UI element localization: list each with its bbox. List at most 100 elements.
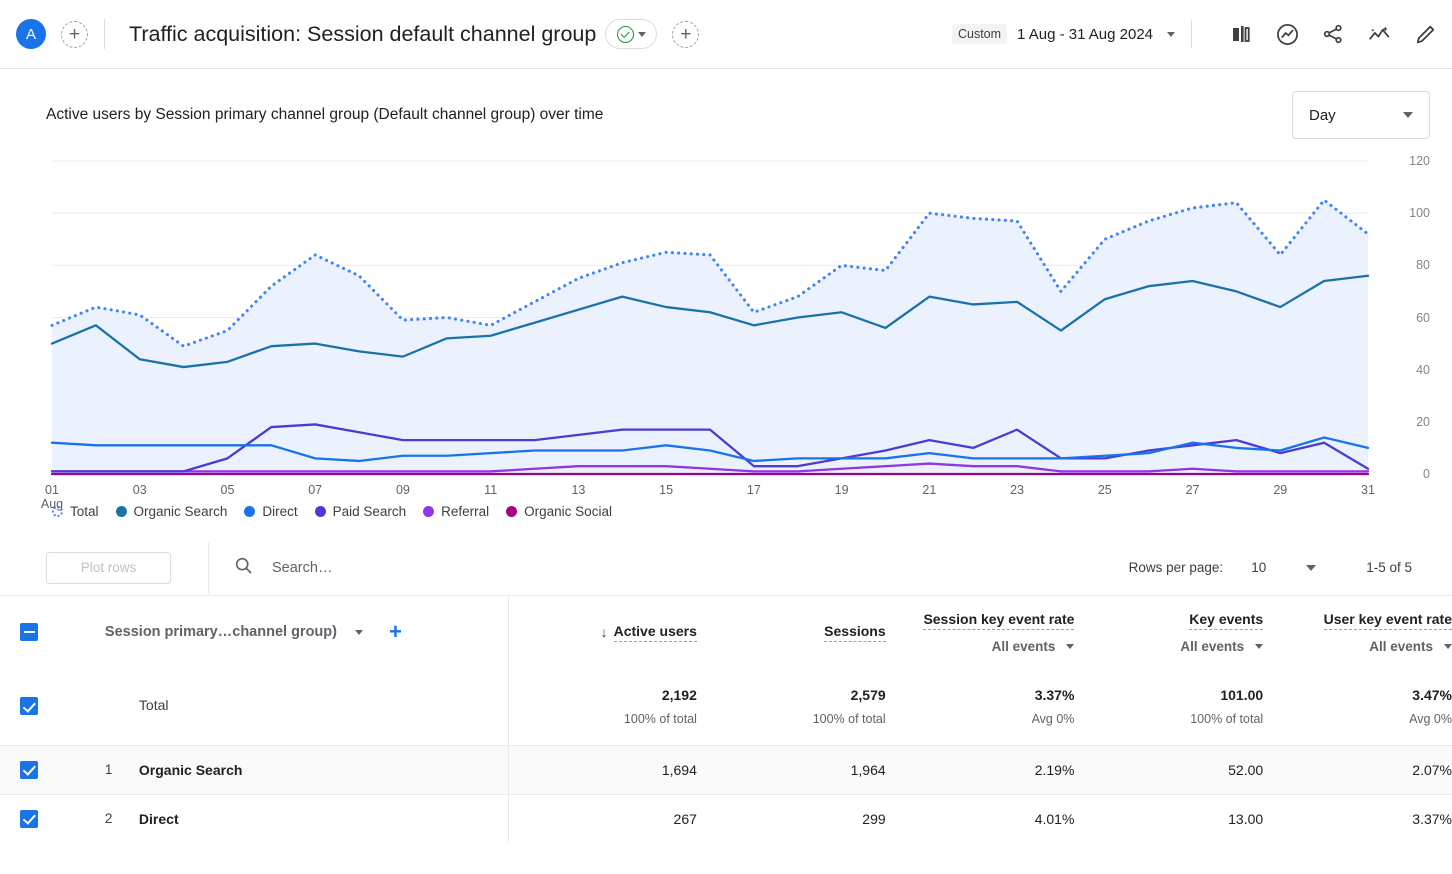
chevron-down-icon[interactable] [1306,564,1317,571]
search-box[interactable]: Search… [233,555,332,581]
metric-value: 1,964 [850,761,886,778]
row-metric-cell: 299 [696,793,886,843]
table-row-total: Total 2,192 100% of total 2,579 100% of tota… [0,668,1452,745]
share-icon[interactable] [1320,21,1346,47]
legend-item-organic-search[interactable]: Organic Search [115,504,227,519]
legend-label: Referral [441,503,490,519]
arrow-down-icon[interactable]: ↓ [601,624,608,640]
metric-value: 1,694 [661,761,697,778]
metric-header-session-key-event-rate[interactable]: Session key event rate All events [886,596,1075,668]
legend-item-organic-social[interactable]: Organic Social [506,504,612,519]
metric-header-user-key-event-rate[interactable]: User key event rate All events [1263,596,1452,668]
legend-item-paid-search[interactable]: Paid Search [314,503,407,519]
y-tick-label: 80 [1416,258,1430,273]
chevron-down-icon[interactable] [1444,643,1452,649]
x-tick-label: 03 [132,483,147,497]
dimension-header-label[interactable]: Session primary…channel group) [105,624,337,640]
compare-icon[interactable] [1228,21,1254,47]
metric-subvalue: 100% of total [623,711,697,726]
y-tick-label: 120 [1409,154,1430,168]
legend-color-swatch [115,505,127,517]
x-tick-label: 19 [834,483,849,497]
x-axis-month-label: Aug [40,497,64,511]
metric-subvalue: 100% of total [1190,711,1264,726]
x-tick-label: 09 [395,483,410,497]
search-input[interactable]: Search… [272,560,332,576]
row-dimension-cell: 2 Direct [46,793,509,843]
chart-header: Active users by Session primary channel … [0,69,1452,139]
plot-rows-button[interactable]: Plot rows [46,551,171,584]
granularity-value: Day [1309,106,1336,124]
table-body: Total 2,192 100% of total 2,579 100% of tota… [0,668,1452,843]
check-circle-icon [616,25,634,43]
metric-subvalue: 100% of total [812,711,886,726]
metric-header-label: Session key event rate [923,611,1075,630]
chart-canvas [50,160,1370,476]
insights-status-chip[interactable] [605,19,658,49]
sparkle-trend-icon[interactable] [1366,21,1392,47]
row-metric-cell: 3.37% [1263,793,1452,843]
row-dimension-cell: Total [46,668,509,745]
row-label[interactable]: Organic Search [139,762,243,778]
row-metric-cell: 13.00 [1074,793,1264,843]
search-icon [233,555,254,581]
legend-item-direct[interactable]: Direct [244,504,298,519]
row-checkbox-cell [0,668,47,745]
acquisition-table: Session primary…channel group) + ↓ Activ… [0,596,1452,843]
chart-legend: Total Organic Search Direct Paid Search Refe… [0,498,1452,524]
row-metric-cell: 267 [508,793,697,843]
metric-value: 299 [862,810,886,827]
x-tick-label: 23 [1010,483,1025,497]
chevron-down-icon[interactable] [1255,643,1264,649]
controls-divider [208,541,209,594]
metric-subselect-label[interactable]: All events [992,639,1056,654]
dimension-header-cell: Session primary…channel group) + [46,596,509,668]
granularity-select[interactable]: Day [1292,91,1430,139]
edit-pencil-icon[interactable] [1412,21,1438,47]
metric-header-active-users[interactable]: ↓ Active users [508,596,697,668]
chevron-down-icon[interactable] [354,629,363,635]
x-tick-label: 07 [308,483,323,497]
chevron-down-icon [637,31,646,37]
row-label[interactable]: Direct [139,811,179,827]
chevron-down-icon[interactable] [1066,643,1075,649]
y-tick-label: 60 [1416,310,1430,325]
metric-value: 2.19% [1034,761,1075,778]
x-tick-label: 15 [659,483,674,497]
chevron-down-icon[interactable] [1167,31,1175,37]
y-tick-label: 20 [1416,414,1430,429]
rows-per-page-value[interactable]: 10 [1251,560,1266,575]
row-metric-cell: 1,694 [508,744,697,794]
timeseries-chart[interactable]: 0 20 40 60 80 100 120 01 Aug 03 05 07 09 11 13 15 17 19 2… [0,148,1452,511]
insights-icon[interactable] [1274,21,1300,47]
add-comparison-button[interactable]: + [61,20,88,48]
legend-label: Paid Search [332,503,407,519]
row-metric-cell: 3.47% Avg 0% [1263,668,1452,745]
metric-subselect-label[interactable]: All events [1180,639,1244,654]
table-row[interactable]: 2 Direct 267 299 4.01% 13.00 3.37% [0,793,1452,843]
row-checkbox[interactable] [20,697,38,716]
app-bar: A + Traffic acquisition: Session default… [0,0,1452,69]
row-dimension-cell: 1 Organic Search [46,744,509,794]
metric-value: 4.01% [1034,810,1075,827]
metric-subselect-label[interactable]: All events [1369,639,1433,654]
plus-icon[interactable]: + [389,621,402,643]
select-all-checkbox[interactable] [20,623,38,641]
table-header-row: Session primary…channel group) + ↓ Activ… [0,596,1452,668]
metric-header-key-events[interactable]: Key events All events [1074,596,1264,668]
row-label: Total [138,697,169,714]
legend-item-referral[interactable]: Referral [423,504,489,519]
row-checkbox[interactable] [20,760,38,779]
date-range-label[interactable]: 1 Aug - 31 Aug 2024 [1017,26,1153,43]
x-tick-label: 13 [571,483,586,497]
metric-header-label: Active users [613,623,697,642]
chevron-down-icon [1403,112,1413,118]
metric-value: 101.00 [1220,686,1264,703]
row-metric-cell: 52.00 [1074,744,1264,794]
row-checkbox[interactable] [20,809,38,828]
avatar[interactable]: A [16,19,46,49]
metric-header-sessions[interactable]: Sessions [697,596,886,668]
chart-title: Active users by Session primary channel … [46,106,604,123]
add-segment-button[interactable]: + [672,20,700,48]
table-row[interactable]: 1 Organic Search 1,694 1,964 2.19% 52.00 2.07% [0,744,1452,794]
